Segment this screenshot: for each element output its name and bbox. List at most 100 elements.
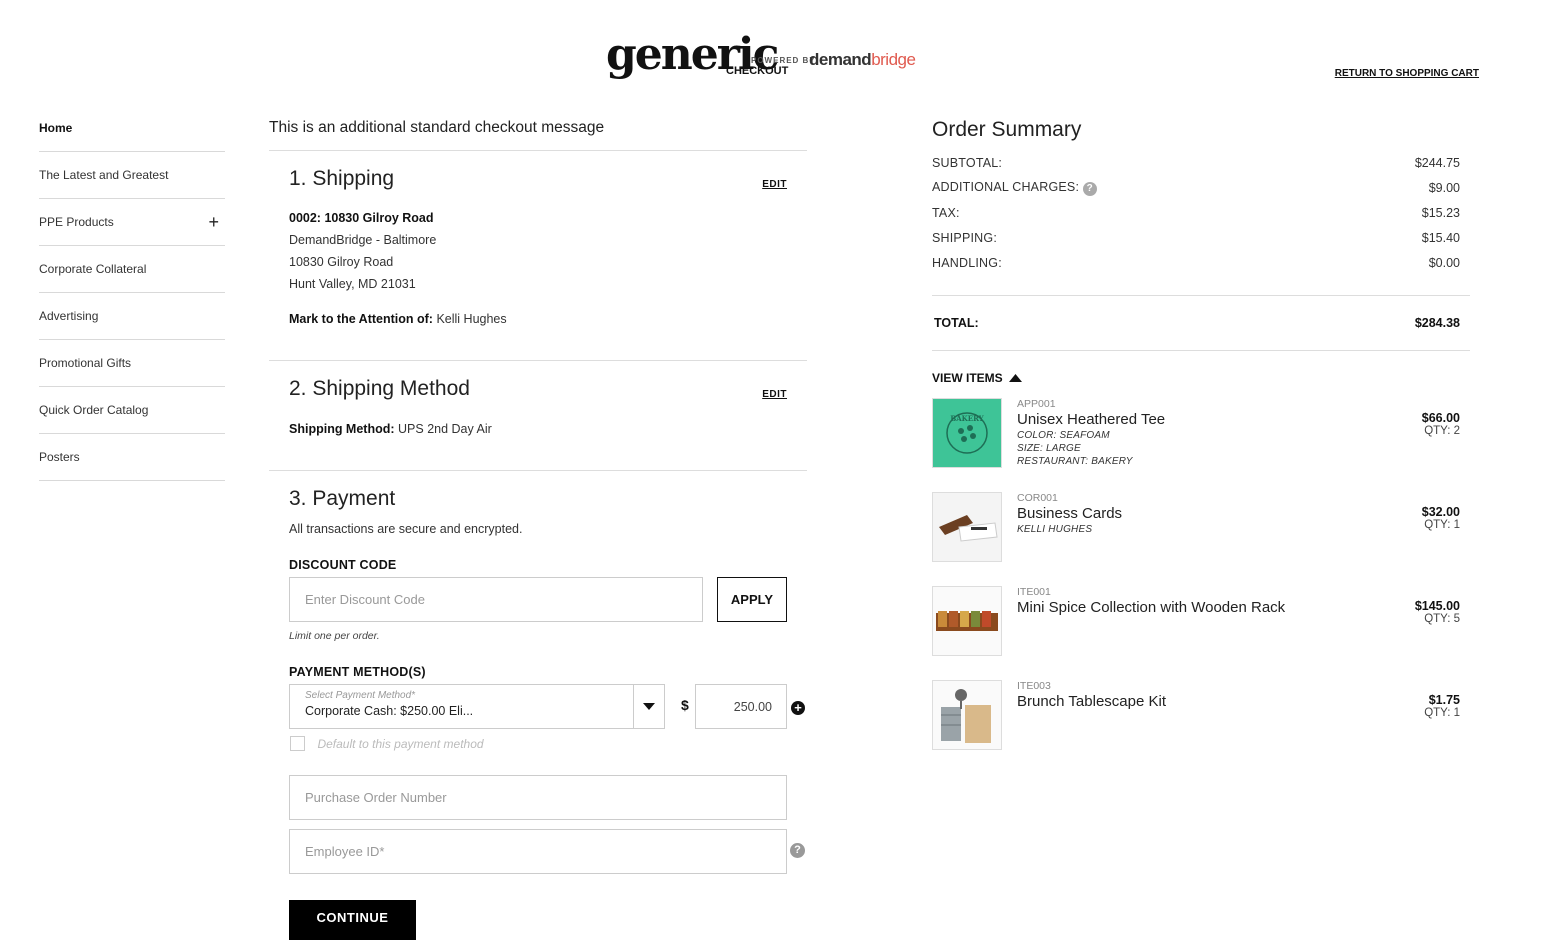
discount-limit-note: Limit one per order.	[289, 630, 380, 642]
shipping-method-line: Shipping Method: UPS 2nd Day Air	[289, 418, 492, 440]
currency-symbol: $	[681, 697, 689, 713]
secure-note: All transactions are secure and encrypte…	[289, 522, 523, 536]
sidebar-item-advertising[interactable]: Advertising	[39, 293, 225, 340]
item-qty: QTY: 1	[1424, 707, 1460, 719]
business-cards-image[interactable]	[932, 492, 1002, 562]
add-payment-method-icon[interactable]: +	[791, 701, 805, 715]
site-logo[interactable]: generic POWERED BY demandbridge CHECKOUT	[606, 30, 916, 80]
sidebar-item-corporate-collateral[interactable]: Corporate Collateral	[39, 246, 225, 293]
view-items-toggle[interactable]: VIEW ITEMS	[932, 371, 1470, 385]
item-name[interactable]: Mini Spice Collection with Wooden Rack	[1017, 599, 1285, 616]
sidebar-item-promotional-gifts[interactable]: Promotional Gifts	[39, 340, 225, 387]
item-price: $32.00	[1421, 505, 1460, 519]
attention-label: Mark to the Attention of:	[289, 312, 433, 326]
item-name[interactable]: Brunch Tablescape Kit	[1017, 693, 1166, 710]
logo-brand-b: bridge	[871, 50, 916, 69]
sidebar-item-label: Quick Order Catalog	[39, 403, 149, 417]
item-option: RESTAURANT: BAKERY	[1017, 456, 1133, 467]
item-price: $145.00	[1414, 599, 1460, 613]
item-sku: ITE003	[1017, 680, 1051, 692]
summary-total-row: TOTAL: $284.38	[932, 296, 1470, 350]
address-company: DemandBridge - Baltimore	[289, 233, 437, 247]
summary-row-handling: HANDLING: $0.00	[932, 250, 1470, 275]
sidebar-item-latest[interactable]: The Latest and Greatest	[39, 152, 225, 199]
payment-method-select-label: Select Payment Method*	[305, 690, 416, 701]
shipping-method-edit-link[interactable]: EDIT	[762, 389, 787, 400]
list-item: ITE003 Brunch Tablescape Kit $1.75 QTY: …	[932, 680, 1460, 750]
address-name: 0002: 10830 Gilroy Road	[289, 211, 434, 225]
return-to-cart-link[interactable]: RETURN TO SHOPPING CART	[1335, 68, 1479, 79]
continue-button[interactable]: CONTINUE	[289, 900, 416, 940]
spice-rack-image[interactable]	[932, 586, 1002, 656]
payment-title: 3. Payment	[289, 487, 396, 510]
tablescape-kit-graphic	[941, 689, 991, 743]
payment-section: 3. Payment All transactions are secure a…	[269, 471, 807, 940]
help-icon[interactable]: ?	[790, 843, 805, 858]
order-items-list: BAKERY APP001 Unisex Heathered Tee COLOR…	[932, 385, 1470, 750]
sidebar-nav: Home The Latest and Greatest PPE Product…	[39, 105, 225, 481]
view-items-label: VIEW ITEMS	[932, 371, 1003, 385]
summary-label-wrap: ADDITIONAL CHARGES: ?	[932, 180, 1097, 196]
item-qty: QTY: 5	[1424, 613, 1460, 625]
discount-code-label: DISCOUNT CODE	[289, 558, 397, 572]
employee-id-input[interactable]: Employee ID*	[289, 829, 787, 874]
item-option: SIZE: LARGE	[1017, 443, 1081, 454]
list-item: COR001 Business Cards KELLI HUGHES $32.0…	[932, 492, 1460, 562]
summary-row-tax: TAX: $15.23	[932, 200, 1470, 225]
sidebar-item-quick-order[interactable]: Quick Order Catalog	[39, 387, 225, 434]
item-price: $66.00	[1421, 411, 1460, 425]
payment-method-select-value: Corporate Cash: $250.00 Eli...	[305, 704, 474, 718]
help-icon[interactable]: ?	[1082, 181, 1097, 196]
spice-rack-graphic	[936, 611, 998, 631]
item-sku: COR001	[1017, 492, 1058, 504]
shipping-edit-link[interactable]: EDIT	[762, 179, 787, 190]
tablescape-kit-image[interactable]	[932, 680, 1002, 750]
sidebar-item-label: Promotional Gifts	[39, 356, 132, 370]
discount-code-input[interactable]: Enter Discount Code	[289, 577, 703, 622]
chevron-down-icon[interactable]	[633, 685, 664, 728]
payment-amount-input[interactable]: 250.00	[695, 684, 787, 729]
default-payment-row: Default to this payment method	[290, 735, 484, 753]
sidebar-item-label: PPE Products	[39, 215, 114, 229]
shipping-method-value: UPS 2nd Day Air	[398, 422, 492, 436]
item-sku: ITE001	[1017, 586, 1051, 598]
address-city: Hunt Valley, MD 21031	[289, 277, 416, 291]
summary-label: ADDITIONAL CHARGES:	[932, 179, 1080, 194]
order-summary-title: Order Summary	[932, 118, 1082, 141]
payment-methods-label: PAYMENT METHOD(S)	[289, 665, 426, 679]
apply-discount-button[interactable]: APPLY	[717, 577, 787, 622]
shipping-method-section: 2. Shipping Method EDIT Shipping Method:…	[269, 361, 807, 471]
item-options: COLOR: SEAFOAM SIZE: LARGE RESTAURANT: B…	[1017, 429, 1133, 468]
list-item: BAKERY APP001 Unisex Heathered Tee COLOR…	[932, 398, 1460, 468]
shipping-method-title: 2. Shipping Method	[289, 377, 470, 400]
attention-line: Mark to the Attention of: Kelli Hughes	[289, 308, 507, 330]
summary-label: HANDLING:	[932, 255, 1002, 270]
shipping-method-label: Shipping Method:	[289, 422, 395, 436]
summary-row-additional-charges: ADDITIONAL CHARGES: ? $9.00	[932, 175, 1470, 200]
payment-method-select-body[interactable]: Select Payment Method* Corporate Cash: $…	[290, 685, 633, 728]
item-options: KELLI HUGHES	[1017, 523, 1092, 536]
item-option: COLOR: SEAFOAM	[1017, 430, 1110, 441]
sidebar-item-ppe[interactable]: PPE Products +	[39, 199, 225, 246]
logo-brand-a: demand	[809, 50, 872, 69]
summary-value: $9.00	[1428, 180, 1460, 195]
tee-graphic-text: BAKERY	[950, 414, 984, 423]
purchase-order-input[interactable]: Purchase Order Number	[289, 775, 787, 820]
logo-checkout-label: CHECKOUT	[726, 65, 789, 77]
summary-label: SUBTOTAL:	[932, 155, 1003, 170]
address-street: 10830 Gilroy Road	[289, 255, 394, 269]
checkout-main: This is an additional standard checkout …	[269, 105, 807, 940]
sidebar-item-posters[interactable]: Posters	[39, 434, 225, 481]
default-payment-checkbox[interactable]	[290, 736, 305, 752]
payment-method-select[interactable]: Select Payment Method* Corporate Cash: $…	[289, 684, 665, 729]
expand-plus-icon[interactable]: +	[208, 212, 219, 233]
item-name[interactable]: Business Cards	[1017, 505, 1122, 522]
summary-value: $0.00	[1428, 255, 1460, 270]
item-name[interactable]: Unisex Heathered Tee	[1017, 411, 1165, 428]
sidebar-item-label: Posters	[39, 450, 80, 464]
summary-value: $15.23	[1421, 205, 1460, 220]
sidebar-item-home[interactable]: Home	[39, 105, 225, 152]
sidebar-item-label: Home	[39, 121, 73, 135]
item-qty: QTY: 2	[1424, 425, 1460, 437]
tee-image[interactable]: BAKERY	[932, 398, 1002, 468]
